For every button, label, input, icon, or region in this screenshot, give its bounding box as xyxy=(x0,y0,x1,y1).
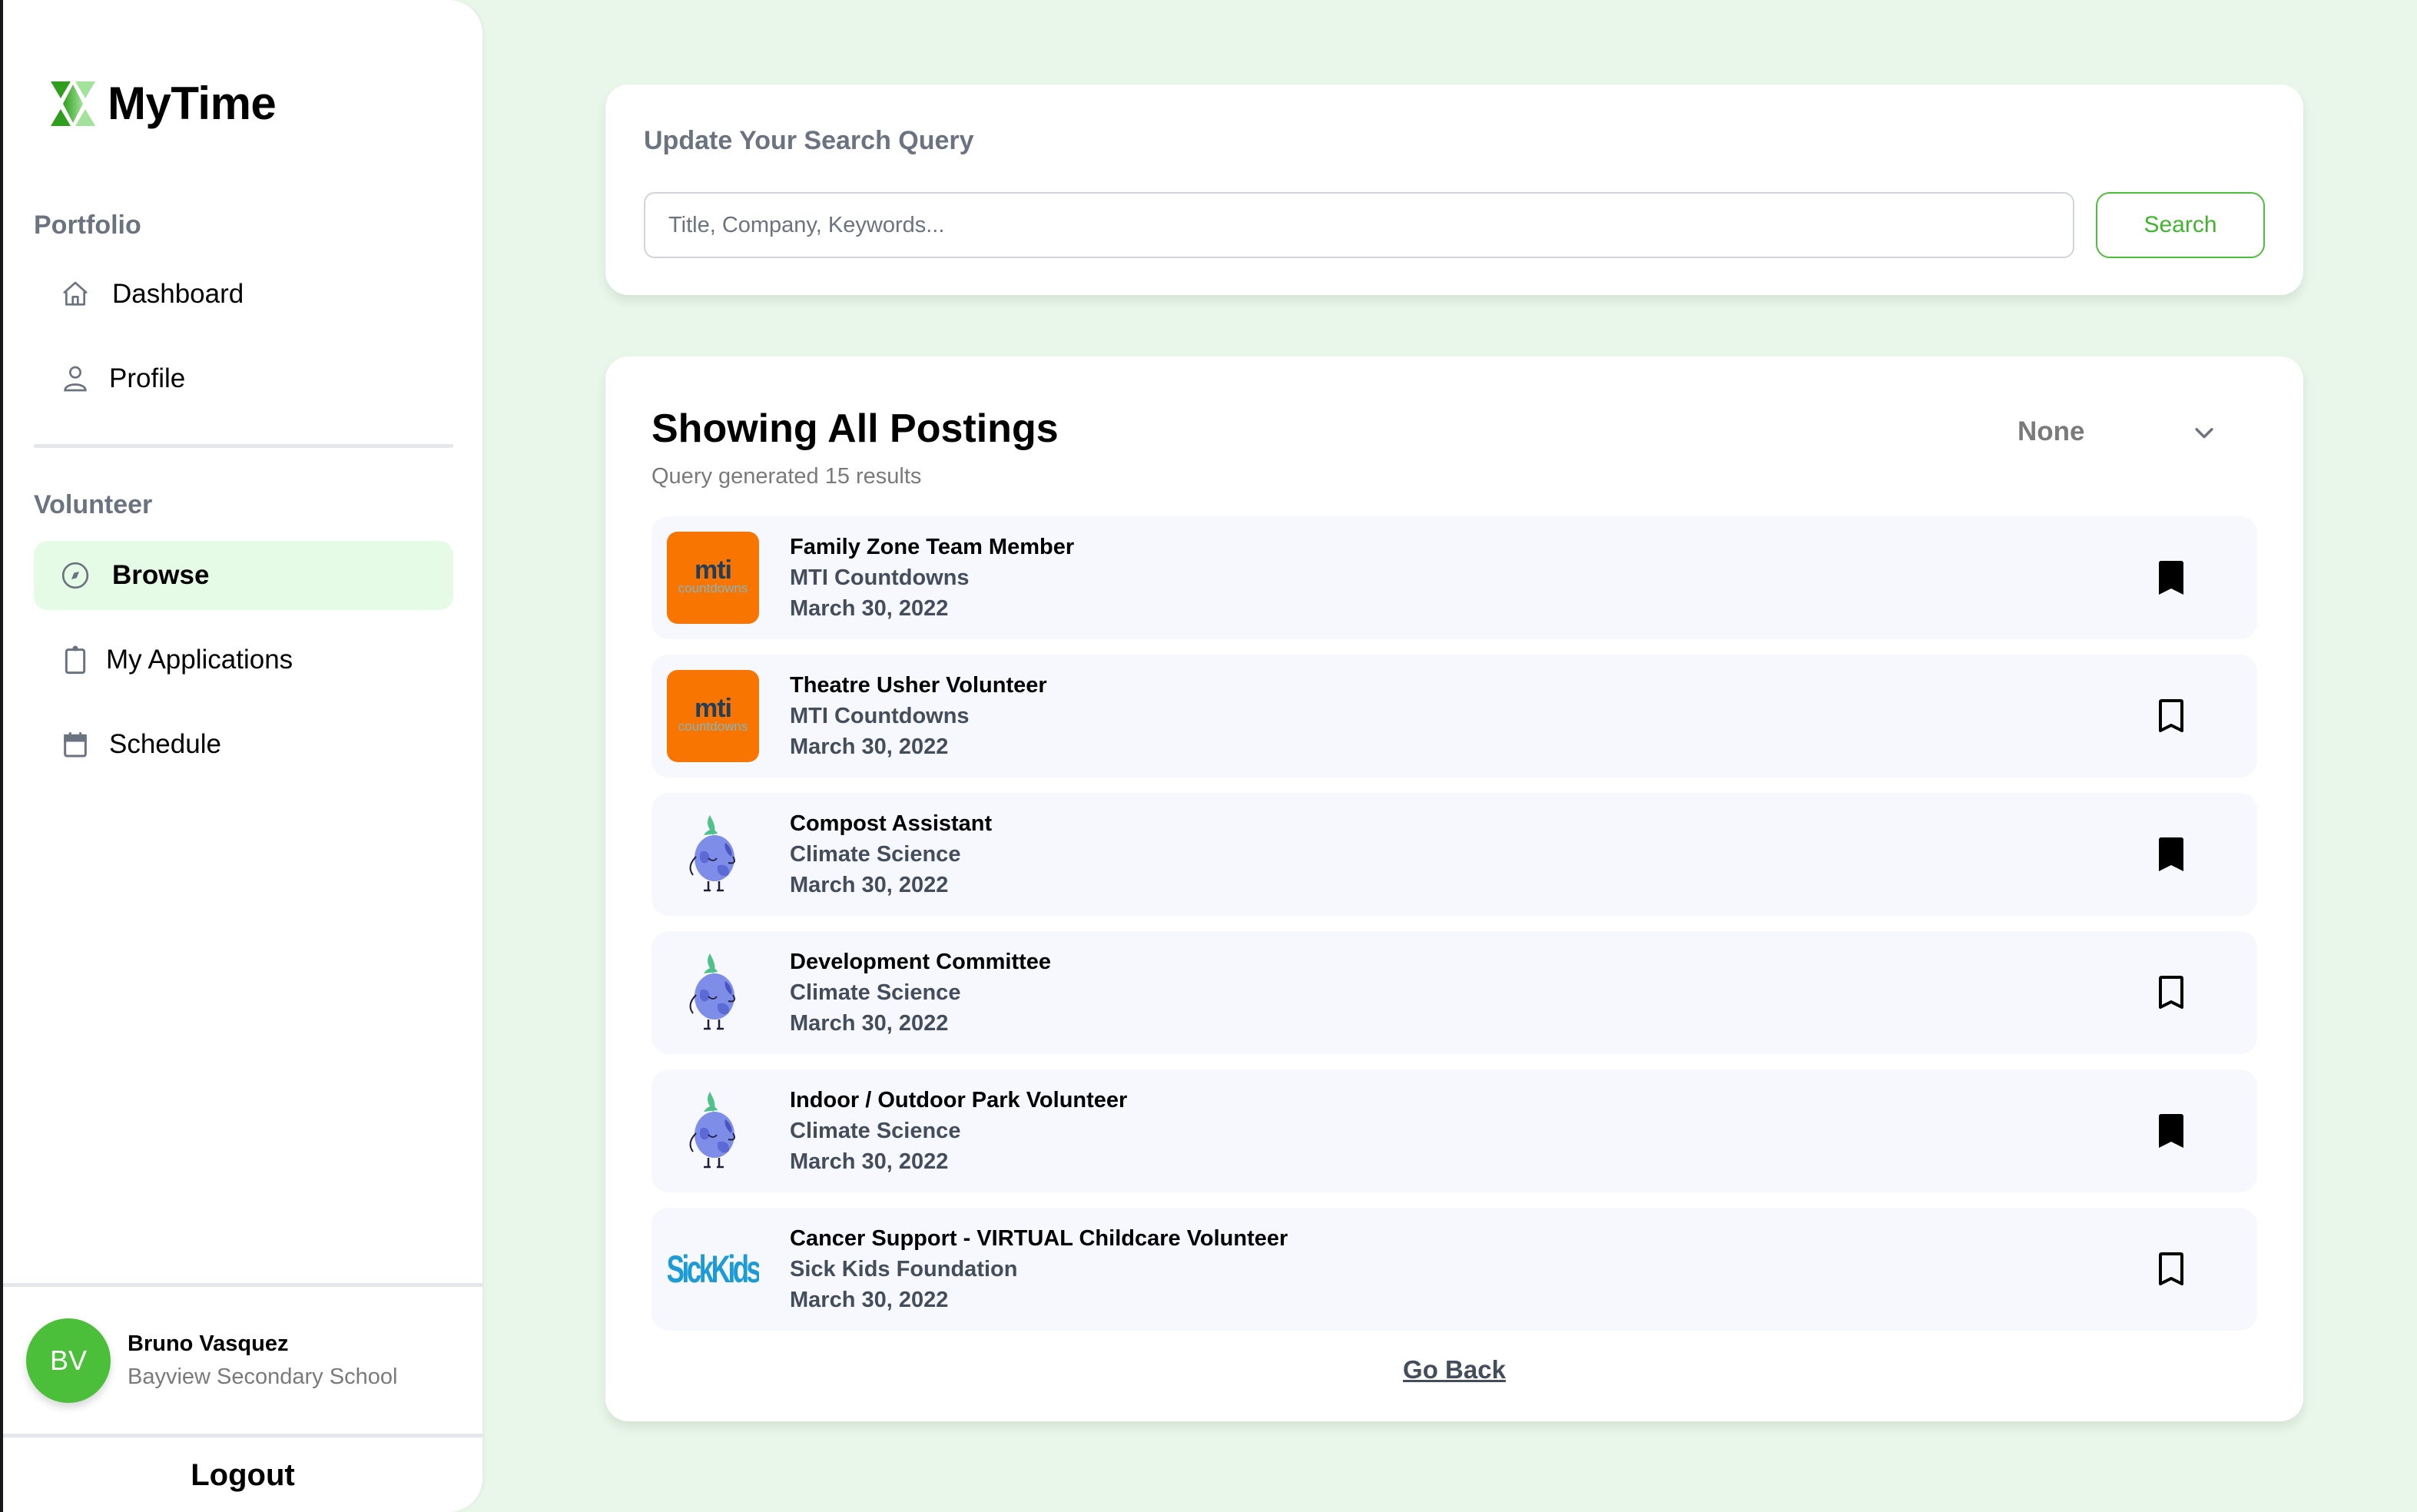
posting-row[interactable]: SickKids Cancer Support - VIRTUAL Childca… xyxy=(651,1208,2257,1331)
posting-details: Family Zone Team Member MTI Countdowns Mar… xyxy=(790,532,1074,624)
filter-dropdown[interactable]: None xyxy=(2017,409,2263,455)
posting-organization: MTI Countdowns xyxy=(790,704,970,728)
chevron-down-icon xyxy=(2195,428,2213,439)
user-name: Bruno Vasquez xyxy=(128,1331,289,1356)
go-back-link[interactable]: Go Back xyxy=(605,1355,2303,1384)
section-label-volunteer: Volunteer xyxy=(34,490,153,519)
sickkids-logo: SickKids xyxy=(667,1223,759,1315)
posting-date: March 30, 2022 xyxy=(790,596,949,621)
bookmark-filled-icon[interactable] xyxy=(2156,1112,2187,1149)
posting-organization: Climate Science xyxy=(790,842,961,867)
posting-date: March 30, 2022 xyxy=(790,873,949,897)
postings-card: Showing All Postings Query generated 15 … xyxy=(605,356,2303,1421)
posting-details: Theatre Usher Volunteer MTI Countdowns Mar… xyxy=(790,670,1047,762)
calendar-icon xyxy=(60,729,91,760)
posting-title: Family Zone Team Member xyxy=(790,535,1075,559)
clipboard-icon xyxy=(60,645,91,675)
sidebar-item-label: My Applications xyxy=(106,645,293,675)
posting-row[interactable]: Development Committee Climate Science Marc… xyxy=(651,931,2257,1054)
search-button[interactable]: Search xyxy=(2096,192,2265,258)
posting-date: March 30, 2022 xyxy=(790,1011,949,1036)
search-input[interactable] xyxy=(644,192,2074,258)
results-count: Query generated 15 results xyxy=(651,464,922,489)
compass-icon xyxy=(60,560,91,591)
climate-logo xyxy=(667,947,759,1039)
user-icon xyxy=(60,363,91,394)
posting-organization: Climate Science xyxy=(790,1119,961,1143)
app-name: MyTime xyxy=(108,78,277,129)
bookmark-filled-icon[interactable] xyxy=(2156,559,2187,596)
posting-row[interactable]: mti countdowns Theatre Usher Volunteer MTI … xyxy=(651,655,2257,778)
sidebar-divider xyxy=(34,444,453,448)
bookmark-outline-icon[interactable] xyxy=(2156,1251,2187,1288)
posting-details: Compost Assistant Climate Science March 30… xyxy=(790,808,992,900)
mti-logo-subtext: countdowns xyxy=(678,719,748,734)
app-logo: MyTime xyxy=(49,77,277,130)
sidebar: MyTime Portfolio Dashboard Profile Volun… xyxy=(3,0,482,1512)
sidebar-item-label: Profile xyxy=(109,363,186,393)
posting-details: Indoor / Outdoor Park Volunteer Climate S… xyxy=(790,1085,1127,1177)
filter-value: None xyxy=(2017,416,2085,446)
posting-date: March 30, 2022 xyxy=(790,734,949,759)
climate-logo xyxy=(667,1085,759,1177)
mti-logo-text: mti xyxy=(695,694,732,723)
sidebar-item-dashboard[interactable]: Dashboard xyxy=(34,260,453,329)
section-label-portfolio: Portfolio xyxy=(34,211,141,240)
climate-logo xyxy=(667,808,759,900)
search-card: Update Your Search Query Search xyxy=(605,85,2303,295)
posting-row[interactable]: Indoor / Outdoor Park Volunteer Climate S… xyxy=(651,1069,2257,1192)
logout-button[interactable]: Logout xyxy=(3,1438,482,1512)
posting-organization: Climate Science xyxy=(790,980,961,1005)
posting-title: Indoor / Outdoor Park Volunteer xyxy=(790,1088,1128,1112)
mytime-logo-icon xyxy=(51,81,95,126)
sidebar-item-label: Dashboard xyxy=(112,279,244,309)
postings-title: Showing All Postings xyxy=(651,406,1059,451)
home-icon xyxy=(60,279,91,310)
sidebar-divider xyxy=(3,1283,482,1287)
user-profile: BV Bruno Vasquez Bayview Secondary Schoo… xyxy=(26,1318,397,1403)
bookmark-outline-icon[interactable] xyxy=(2156,698,2187,734)
posting-details: Cancer Support - VIRTUAL Childcare Volun… xyxy=(790,1223,1288,1315)
posting-title: Compost Assistant xyxy=(790,811,993,836)
posting-details: Development Committee Climate Science Marc… xyxy=(790,947,1051,1039)
bookmark-filled-icon[interactable] xyxy=(2156,836,2187,873)
posting-row[interactable]: Compost Assistant Climate Science March 30… xyxy=(651,793,2257,916)
bookmark-outline-icon[interactable] xyxy=(2156,974,2187,1011)
user-school: Bayview Secondary School xyxy=(128,1364,398,1389)
mti-logo: mti countdowns xyxy=(667,532,759,624)
posting-title: Cancer Support - VIRTUAL Childcare Volun… xyxy=(790,1226,1288,1251)
climate-science-logo-icon xyxy=(689,1092,735,1169)
mti-logo-subtext: countdowns xyxy=(678,581,748,595)
sidebar-item-label: Schedule xyxy=(109,729,221,759)
posting-row[interactable]: mti countdowns Family Zone Team Member MTI … xyxy=(651,516,2257,639)
posting-organization: MTI Countdowns xyxy=(790,565,970,590)
sidebar-divider xyxy=(3,1434,482,1437)
posting-organization: Sick Kids Foundation xyxy=(790,1257,1018,1282)
sidebar-item-label: Browse xyxy=(112,560,210,590)
sidebar-item-schedule[interactable]: Schedule xyxy=(34,710,453,779)
posting-title: Development Committee xyxy=(790,950,1052,974)
posting-date: March 30, 2022 xyxy=(790,1288,949,1312)
sidebar-item-browse[interactable]: Browse xyxy=(34,541,453,610)
climate-science-logo-icon xyxy=(689,815,735,892)
mti-logo-text: mti xyxy=(695,555,732,585)
sickkids-logo-text: SickKids xyxy=(667,1248,759,1291)
posting-title: Theatre Usher Volunteer xyxy=(790,673,1047,698)
mti-logo: mti countdowns xyxy=(667,670,759,762)
sidebar-item-my-applications[interactable]: My Applications xyxy=(34,625,453,695)
avatar: BV xyxy=(26,1318,111,1403)
climate-science-logo-icon xyxy=(689,953,735,1030)
sidebar-item-profile[interactable]: Profile xyxy=(34,344,453,413)
search-title: Update Your Search Query xyxy=(644,126,974,155)
posting-date: March 30, 2022 xyxy=(790,1149,949,1174)
